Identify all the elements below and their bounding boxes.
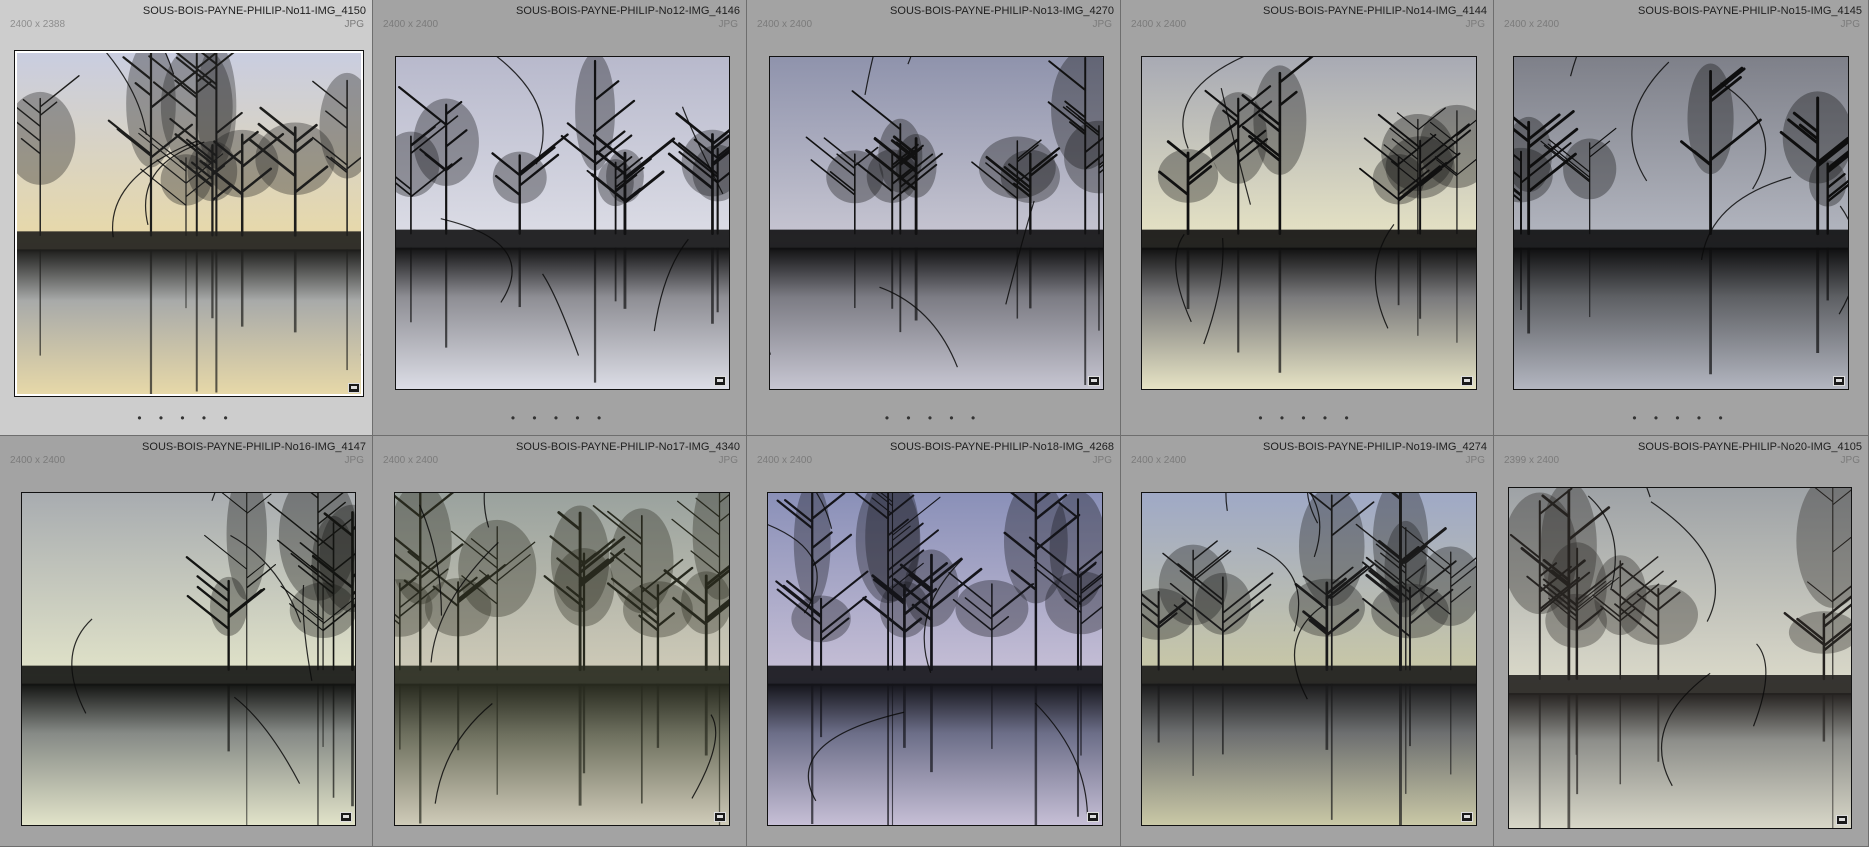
grid-cell[interactable]: SOUS-BOIS-PAYNE-PHILIP-No19-IMG_4274 2400… [1121,436,1494,847]
grid-cell[interactable]: SOUS-BOIS-PAYNE-PHILIP-No18-IMG_4268 2400… [747,436,1121,847]
comment-badge-icon[interactable] [714,812,726,822]
filename-label: SOUS-BOIS-PAYNE-PHILIP-No18-IMG_4268 [890,441,1114,453]
grid-cell[interactable]: SOUS-BOIS-PAYNE-PHILIP-No16-IMG_4147 2400… [0,436,373,847]
landscape-photo [396,57,729,389]
landscape-photo [1142,57,1476,389]
grid-cell[interactable]: SOUS-BOIS-PAYNE-PHILIP-No20-IMG_4105 2399… [1494,436,1869,847]
photo-thumbnail[interactable] [1513,56,1849,390]
filename-label: SOUS-BOIS-PAYNE-PHILIP-No12-IMG_4146 [516,5,740,17]
file-type-label: JPG [344,455,364,466]
file-type-label: JPG [718,19,738,30]
photo-thumbnail[interactable] [769,56,1104,390]
comment-badge-icon[interactable] [348,383,360,393]
landscape-photo [1514,57,1848,389]
landscape-photo [17,53,361,394]
landscape-photo [22,493,355,825]
dimensions-label: 2400 x 2400 [757,19,813,30]
landscape-photo [770,57,1103,389]
rating-dots[interactable]: • • • • • [0,411,372,425]
filename-label: SOUS-BOIS-PAYNE-PHILIP-No19-IMG_4274 [1263,441,1487,453]
photo-thumbnail[interactable] [1141,492,1477,826]
rating-dots[interactable]: • • • • • [373,411,746,425]
dimensions-label: 2400 x 2400 [1131,455,1187,466]
photo-thumbnail[interactable] [395,56,730,390]
filename-label: SOUS-BOIS-PAYNE-PHILIP-No11-IMG_4150 [142,5,366,17]
grid-cell[interactable]: SOUS-BOIS-PAYNE-PHILIP-No12-IMG_4146 2400… [373,0,747,436]
comment-badge-icon[interactable] [1461,376,1473,386]
photo-thumbnail[interactable] [767,492,1103,826]
photo-thumbnail[interactable] [394,492,730,826]
dimensions-label: 2400 x 2400 [10,455,66,466]
filename-label: SOUS-BOIS-PAYNE-PHILIP-No17-IMG_4340 [516,441,740,453]
photo-thumbnail[interactable] [1141,56,1477,390]
filmstrip-grid: SOUS-BOIS-PAYNE-PHILIP-No11-IMG_4150 2400… [0,0,1869,847]
file-type-label: JPG [1465,455,1485,466]
filename-label: SOUS-BOIS-PAYNE-PHILIP-No20-IMG_4105 [1638,441,1862,453]
grid-cell[interactable]: SOUS-BOIS-PAYNE-PHILIP-No15-IMG_4145 2400… [1494,0,1869,436]
file-type-label: JPG [718,455,738,466]
grid-cell[interactable]: SOUS-BOIS-PAYNE-PHILIP-No13-IMG_4270 2400… [747,0,1121,436]
landscape-photo [768,493,1102,825]
landscape-photo [1142,493,1476,825]
filename-label: SOUS-BOIS-PAYNE-PHILIP-No15-IMG_4145 [1638,5,1862,17]
grid-cell[interactable]: SOUS-BOIS-PAYNE-PHILIP-No14-IMG_4144 2400… [1121,0,1494,436]
comment-badge-icon[interactable] [1836,815,1848,825]
file-type-label: JPG [1840,19,1860,30]
dimensions-label: 2399 x 2400 [1504,455,1560,466]
dimensions-label: 2400 x 2400 [757,455,813,466]
grid-cell[interactable]: SOUS-BOIS-PAYNE-PHILIP-No17-IMG_4340 2400… [373,436,747,847]
dimensions-label: 2400 x 2400 [1504,19,1560,30]
file-type-label: JPG [1092,19,1112,30]
comment-badge-icon[interactable] [714,376,726,386]
landscape-photo [1509,488,1851,828]
dimensions-label: 2400 x 2400 [383,19,439,30]
comment-badge-icon[interactable] [1833,376,1845,386]
filename-label: SOUS-BOIS-PAYNE-PHILIP-No14-IMG_4144 [1263,5,1487,17]
file-type-label: JPG [1092,455,1112,466]
file-type-label: JPG [1465,19,1485,30]
rating-dots[interactable]: • • • • • [1494,411,1868,425]
dimensions-label: 2400 x 2400 [1131,19,1187,30]
grid-cell[interactable]: SOUS-BOIS-PAYNE-PHILIP-No11-IMG_4150 2400… [0,0,373,436]
rating-dots[interactable]: • • • • • [1121,411,1493,425]
photo-thumbnail[interactable] [1508,487,1852,829]
rating-dots[interactable]: • • • • • [747,411,1120,425]
comment-badge-icon[interactable] [340,812,352,822]
filename-label: SOUS-BOIS-PAYNE-PHILIP-No13-IMG_4270 [890,5,1114,17]
photo-thumbnail[interactable] [21,492,356,826]
file-type-label: JPG [1840,455,1860,466]
filename-label: SOUS-BOIS-PAYNE-PHILIP-No16-IMG_4147 [142,441,366,453]
landscape-photo [395,493,729,825]
dimensions-label: 2400 x 2400 [383,455,439,466]
dimensions-label: 2400 x 2388 [10,19,66,30]
comment-badge-icon[interactable] [1088,376,1100,386]
file-type-label: JPG [344,19,364,30]
comment-badge-icon[interactable] [1461,812,1473,822]
photo-thumbnail[interactable] [14,50,364,397]
comment-badge-icon[interactable] [1087,812,1099,822]
